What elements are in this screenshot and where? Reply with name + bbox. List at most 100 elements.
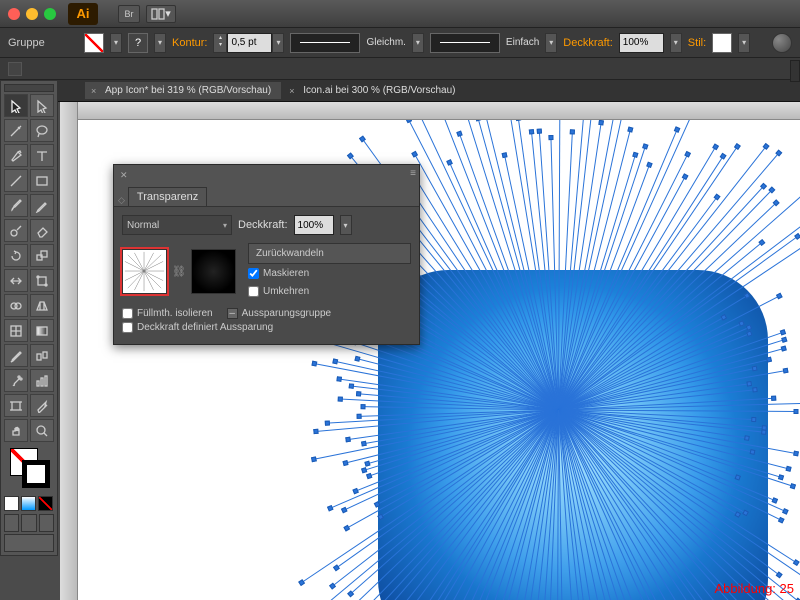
draw-screen-modes bbox=[4, 514, 54, 532]
draw-inside[interactable] bbox=[39, 514, 54, 532]
eyedropper-tool[interactable] bbox=[4, 344, 28, 367]
figure-label: Abbildung: 25 bbox=[714, 581, 794, 596]
knockout-label: Aussparungsgruppe bbox=[242, 308, 332, 319]
close-window-icon[interactable] bbox=[8, 8, 20, 20]
symbol-sprayer-tool[interactable] bbox=[4, 369, 28, 392]
panel-header[interactable]: ✕ ≡ bbox=[114, 165, 419, 185]
brush-dd[interactable] bbox=[545, 33, 557, 53]
pencil-tool[interactable] bbox=[30, 194, 54, 217]
mask-thumb[interactable] bbox=[191, 249, 236, 294]
gradient-tool[interactable] bbox=[30, 319, 54, 342]
lasso-tool[interactable] bbox=[30, 119, 54, 142]
fill-dropdown[interactable] bbox=[110, 33, 122, 53]
doc-setup-icon[interactable] bbox=[772, 33, 792, 53]
bridge-button[interactable]: Br bbox=[118, 5, 140, 23]
fill-stroke-indicator[interactable] bbox=[4, 446, 54, 494]
tab-app-icon[interactable]: × App Icon* bei 319 % (RGB/Vorschau) bbox=[85, 82, 281, 99]
type-tool[interactable] bbox=[30, 144, 54, 167]
zoom-tool[interactable] bbox=[30, 419, 54, 442]
close-tab-icon[interactable]: × bbox=[91, 86, 96, 96]
direct-selection-tool[interactable] bbox=[30, 94, 54, 117]
rotate-tool[interactable] bbox=[4, 244, 28, 267]
invert-checkbox[interactable]: Umkehren bbox=[248, 286, 411, 297]
stroke-profile[interactable] bbox=[290, 33, 360, 53]
clip-checkbox[interactable]: Maskieren bbox=[248, 268, 411, 279]
perspective-grid-tool[interactable] bbox=[30, 294, 54, 317]
blend-tool[interactable] bbox=[30, 344, 54, 367]
style-swatch[interactable] bbox=[712, 33, 732, 53]
selection-tool[interactable] bbox=[4, 94, 28, 117]
stroke-indicator[interactable] bbox=[22, 460, 50, 488]
width-tool[interactable] bbox=[4, 269, 28, 292]
selection-type-label: Gruppe bbox=[8, 37, 78, 49]
eraser-tool[interactable] bbox=[30, 219, 54, 242]
join-label: Einfach bbox=[506, 37, 539, 48]
radial-paths[interactable] bbox=[558, 410, 559, 411]
gradient-mode[interactable] bbox=[21, 496, 36, 511]
mesh-tool[interactable] bbox=[4, 319, 28, 342]
stroke-weight-input[interactable] bbox=[227, 33, 272, 53]
stroke-swatch[interactable]: ? bbox=[128, 33, 148, 53]
rectangle-tool[interactable] bbox=[30, 169, 54, 192]
none-mode[interactable] bbox=[38, 496, 53, 511]
free-transform-tool[interactable] bbox=[30, 269, 54, 292]
artboard-tool[interactable] bbox=[4, 394, 28, 417]
isolate-label: Füllmth. isolieren bbox=[137, 308, 213, 319]
arrange-docs-button[interactable]: ▾ bbox=[146, 5, 176, 23]
fill-swatch[interactable] bbox=[84, 33, 104, 53]
color-mode[interactable] bbox=[4, 496, 19, 511]
toolbox-grip[interactable] bbox=[4, 84, 54, 92]
tab-label: App Icon* bei 319 % (RGB/Vorschau) bbox=[105, 85, 271, 96]
style-label: Stil: bbox=[688, 37, 706, 49]
artwork-thumb[interactable] bbox=[122, 249, 167, 294]
shape-builder-tool[interactable] bbox=[4, 294, 28, 317]
release-mask-button[interactable]: Zurückwandeln bbox=[248, 243, 411, 264]
brush-def[interactable] bbox=[430, 33, 500, 53]
transparency-panel[interactable]: ✕ ≡ ◇ Transparenz Normal Deckkraft: ⛓ bbox=[113, 164, 420, 345]
zoom-window-icon[interactable] bbox=[44, 8, 56, 20]
minimize-window-icon[interactable] bbox=[26, 8, 38, 20]
cap-dd[interactable] bbox=[412, 33, 424, 53]
hand-tool[interactable] bbox=[4, 419, 28, 442]
kontur-label: Kontur: bbox=[172, 37, 207, 49]
blend-mode-select[interactable]: Normal bbox=[122, 215, 232, 235]
opacity-dd[interactable] bbox=[670, 33, 682, 53]
stroke-weight-dd[interactable] bbox=[272, 33, 284, 53]
magic-wand-tool[interactable] bbox=[4, 119, 28, 142]
dock-collapse[interactable] bbox=[790, 60, 800, 82]
panel-opacity-input[interactable] bbox=[294, 215, 334, 235]
panel-opacity-label: Deckkraft: bbox=[238, 219, 288, 231]
scale-tool[interactable] bbox=[30, 244, 54, 267]
line-tool[interactable] bbox=[4, 169, 28, 192]
knockout-checkbox[interactable]: –Aussparungsgruppe bbox=[227, 308, 332, 319]
titlebar: Ai Br ▾ bbox=[0, 0, 800, 28]
ruler-horizontal[interactable] bbox=[78, 102, 800, 120]
slice-tool[interactable] bbox=[30, 394, 54, 417]
panel-tab-transparency[interactable]: Transparenz bbox=[128, 187, 207, 206]
tab-icon-ai[interactable]: ×Icon.ai bei 300 % (RGB/Vorschau) bbox=[283, 82, 465, 99]
blob-brush-tool[interactable] bbox=[4, 219, 28, 242]
ruler-vertical[interactable] bbox=[60, 102, 78, 600]
panel-menu-icon[interactable]: ≡ bbox=[410, 168, 416, 179]
draw-normal[interactable] bbox=[4, 514, 19, 532]
paintbrush-tool[interactable] bbox=[4, 194, 28, 217]
opacity-input[interactable] bbox=[619, 33, 664, 53]
link-mask-icon[interactable]: ⛓ bbox=[173, 261, 185, 283]
arrange-icon bbox=[151, 7, 165, 21]
cap-label: Gleichm. bbox=[366, 37, 405, 48]
close-tab-icon[interactable]: × bbox=[289, 86, 294, 96]
panel-close-icon[interactable]: ✕ bbox=[120, 170, 128, 181]
pen-tool[interactable] bbox=[4, 144, 28, 167]
stroke-dropdown[interactable] bbox=[154, 33, 166, 53]
style-dd[interactable] bbox=[738, 33, 750, 53]
panel-collapse-icon[interactable] bbox=[8, 62, 22, 76]
app-logo: Ai bbox=[68, 3, 98, 25]
opacity-label: Deckkraft: bbox=[563, 37, 613, 49]
isolate-checkbox[interactable]: Füllmth. isolieren bbox=[122, 308, 213, 319]
screen-mode[interactable] bbox=[4, 534, 54, 552]
draw-behind[interactable] bbox=[21, 514, 36, 532]
column-graph-tool[interactable] bbox=[30, 369, 54, 392]
secondary-bar bbox=[0, 58, 800, 80]
panel-opacity-dd[interactable] bbox=[340, 215, 352, 235]
opacity-defines-checkbox[interactable]: Deckkraft definiert Aussparung bbox=[122, 322, 411, 333]
